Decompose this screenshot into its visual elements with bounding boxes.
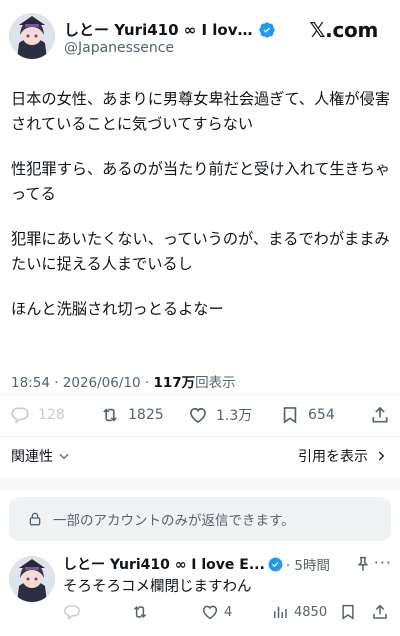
tweet-body: 日本の女性、あまりに男尊女卑社会過ぎて、人権が侵害されていることに気づいてすらな… xyxy=(11,87,395,342)
x-com-logo: 𝕏.com xyxy=(309,18,378,42)
reply-reply-button[interactable] xyxy=(63,600,81,624)
share-icon xyxy=(372,406,388,423)
repost-button[interactable]: 1825 xyxy=(100,400,164,430)
verified-badge-icon xyxy=(259,21,275,38)
timestamp[interactable]: 18:54 · 2026/06/10 · xyxy=(11,375,153,391)
sort-relevance-dropdown[interactable]: 関連性 xyxy=(11,446,71,466)
reply-views-button[interactable]: 4850 xyxy=(271,600,327,624)
reply-time[interactable]: · 5時間 xyxy=(286,554,330,574)
repost-icon xyxy=(103,408,117,422)
views-count: 117万 xyxy=(153,375,196,391)
bookmark-count: 654 xyxy=(308,407,335,423)
reply-bookmark-button[interactable] xyxy=(339,600,357,624)
chevron-right-icon xyxy=(378,451,385,461)
avatar-illustration xyxy=(9,556,55,602)
section-gap xyxy=(0,478,400,490)
view-quotes-link[interactable]: 引用を表示 xyxy=(298,446,388,466)
avatar[interactable] xyxy=(9,13,55,59)
verified-badge-icon xyxy=(268,557,283,571)
bookmark-icon xyxy=(283,407,297,424)
reply-restriction-text: 一部のアカウントのみが返信できます。 xyxy=(53,513,295,529)
reply-action-bar: 4 4850 xyxy=(0,600,400,624)
display-name-row: ️しとー Yuri410 ∞ I love... xyxy=(64,19,275,40)
more-options-icon[interactable]: ··· xyxy=(374,553,392,572)
chevron-down-icon xyxy=(59,453,69,460)
reply-display-name[interactable]: ️しとー Yuri410 ∞ I love E... xyxy=(63,554,265,574)
tweet-header: ️しとー Yuri410 ∞ I love... @Japanessence 𝕏… xyxy=(0,0,400,72)
tweet-paragraph: ほんと洗脳され切っとるよなー xyxy=(11,300,224,318)
reply-count: 128 xyxy=(38,407,65,423)
bookmark-button[interactable]: 654 xyxy=(280,400,335,430)
divider xyxy=(0,436,400,437)
view-quotes-label: 引用を表示 xyxy=(298,449,368,465)
like-count: 1.3万 xyxy=(216,408,253,424)
heart-icon xyxy=(202,605,218,620)
reply-item[interactable]: ️しとー Yuri410 ∞ I love E... · 5時間 ··· そろそ… xyxy=(0,548,400,636)
reply-name-row: ️しとー Yuri410 ∞ I love E... · 5時間 xyxy=(63,554,330,574)
tweet-meta: 18:54 · 2026/06/10 · 117万回表示 xyxy=(11,371,236,391)
pin-icon xyxy=(357,556,369,571)
share-icon xyxy=(373,604,387,619)
tweet-action-bar: 128 1825 1.3万 654 xyxy=(0,400,400,430)
lock-icon xyxy=(29,512,41,526)
avatar-illustration xyxy=(9,13,55,59)
reply-button[interactable]: 128 xyxy=(10,400,65,430)
reply-share-button[interactable] xyxy=(371,600,389,624)
tweet-paragraph: 犯罪にあいたくない、っていうのが、まるでわがままみたいに捉える人までいるし xyxy=(11,230,390,273)
avatar[interactable] xyxy=(9,556,55,602)
views-chart-icon xyxy=(274,606,287,618)
user-handle[interactable]: @Japanessence xyxy=(64,40,174,56)
bookmark-icon xyxy=(342,604,354,620)
reply-like-button[interactable]: 4 xyxy=(201,600,232,624)
share-button[interactable] xyxy=(370,400,390,430)
reply-restriction-notice: 一部のアカウントのみが返信できます。 xyxy=(9,497,391,541)
reply-icon xyxy=(64,605,80,620)
repost-count: 1825 xyxy=(128,407,164,423)
repost-icon xyxy=(133,606,147,618)
views-label: 回表示 xyxy=(195,375,236,391)
reply-like-count: 4 xyxy=(224,604,233,620)
heart-icon xyxy=(190,407,206,424)
reply-icon xyxy=(11,407,29,424)
sort-label: 関連性 xyxy=(11,449,53,465)
reply-text: そろそろコメ欄閉じますわん xyxy=(63,579,252,595)
tweet-paragraph: 日本の女性、あまりに男尊女卑社会過ぎて、人権が侵害されていることに気づいてすらな… xyxy=(11,90,390,133)
reply-repost-button[interactable] xyxy=(131,600,149,624)
like-button[interactable]: 1.3万 xyxy=(188,400,252,430)
reply-views-count: 4850 xyxy=(294,604,328,620)
tweet-paragraph: 性犯罪すら、あるのが当たり前だと受け入れて生きちゃってる xyxy=(11,160,391,203)
divider xyxy=(0,394,400,395)
display-name[interactable]: ️しとー Yuri410 ∞ I love... xyxy=(64,19,256,40)
